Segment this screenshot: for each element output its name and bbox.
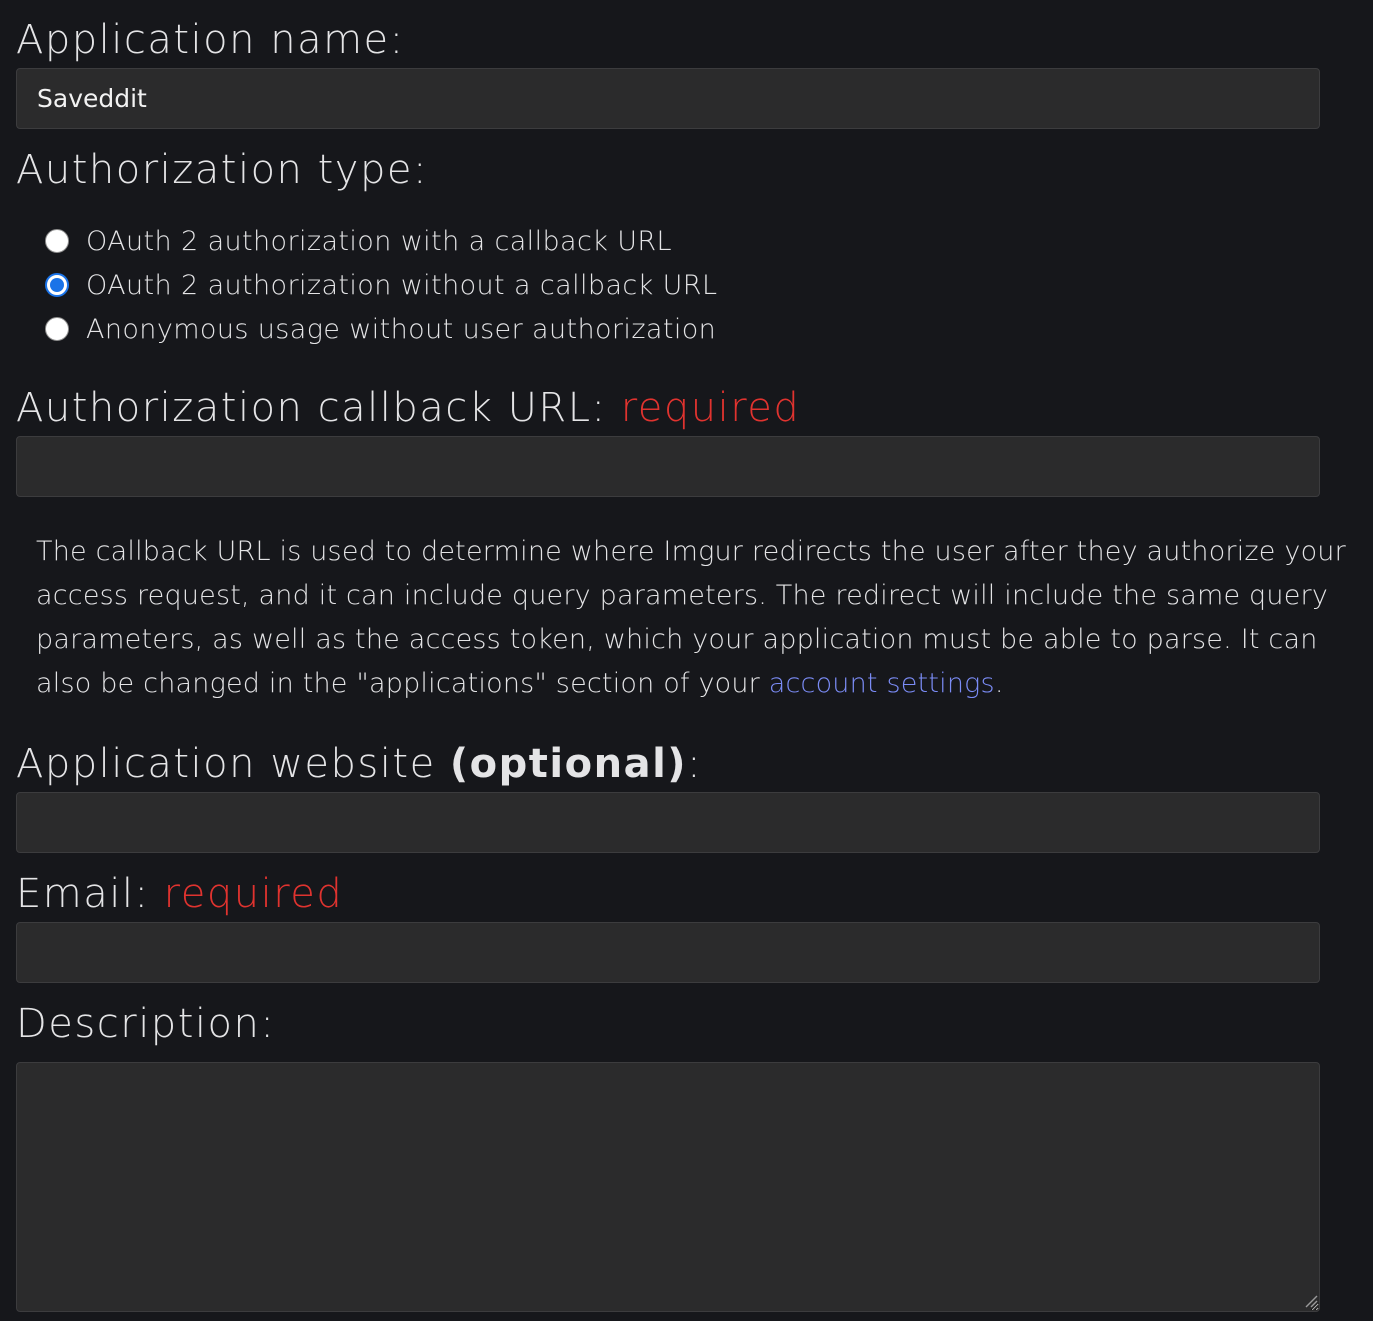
email-label: Email: required: [16, 871, 344, 917]
authorization-type-label: Authorization type:: [16, 147, 428, 193]
radio-option-oauth-with-callback[interactable]: OAuth 2 authorization with a callback UR…: [45, 219, 717, 263]
callback-url-input[interactable]: [16, 436, 1320, 497]
radio-button-oauth-with-callback[interactable]: [45, 229, 69, 253]
description-textarea[interactable]: [16, 1062, 1320, 1312]
required-tag: required: [620, 385, 801, 431]
callback-url-help-text: The callback URL is used to determine wh…: [36, 536, 1346, 699]
callback-url-label: Authorization callback URL: required: [16, 385, 801, 431]
radio-button-oauth-without-callback[interactable]: [45, 273, 69, 297]
radio-label-oauth-without-callback[interactable]: OAuth 2 authorization without a callback…: [86, 270, 717, 301]
account-settings-link[interactable]: account settings: [769, 668, 995, 699]
radio-option-anonymous[interactable]: Anonymous usage without user authorizati…: [45, 307, 717, 351]
optional-tag: (optional): [449, 741, 688, 787]
application-name-label: Application name:: [16, 17, 405, 63]
radio-button-anonymous[interactable]: [45, 317, 69, 341]
application-name-input[interactable]: [16, 68, 1320, 129]
radio-label-oauth-with-callback[interactable]: OAuth 2 authorization with a callback UR…: [86, 226, 672, 257]
radio-label-anonymous[interactable]: Anonymous usage without user authorizati…: [86, 314, 716, 345]
email-input[interactable]: [16, 922, 1320, 983]
authorization-type-radio-group: OAuth 2 authorization with a callback UR…: [45, 219, 717, 351]
resize-handle-icon[interactable]: [1304, 1294, 1318, 1308]
required-tag: required: [163, 871, 344, 917]
application-website-input[interactable]: [16, 792, 1320, 853]
description-label: Description:: [16, 1001, 276, 1047]
radio-option-oauth-without-callback[interactable]: OAuth 2 authorization without a callback…: [45, 263, 717, 307]
application-website-label: Application website (optional):: [16, 741, 703, 787]
